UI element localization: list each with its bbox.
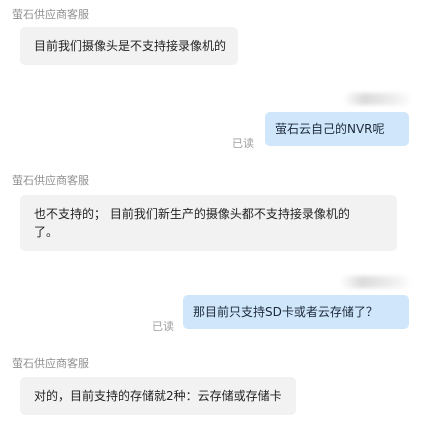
read-status: 已读 [152,320,174,333]
read-status: 已读 [232,137,254,150]
blurred-avatar-name [340,276,412,288]
blurred-avatar-name [343,93,413,105]
message-text: 那目前只支持SD卡或者云存储了？ [193,305,378,319]
incoming-message-bubble[interactable]: 对的，目前支持的存储就2种：云存储或存储卡 [20,377,296,415]
outgoing-message-bubble[interactable]: 萤石云自己的NVR呢 [265,112,409,146]
message-text-line: 了。 [34,225,59,239]
sender-name: 萤石供应商客服 [12,174,89,187]
incoming-message-bubble[interactable]: 目前我们摄像头是不支持接录像机的 [20,27,239,65]
message-text: 对的，目前支持的存储就2种：云存储或存储卡 [34,389,282,403]
sender-name: 萤石供应商客服 [12,8,89,21]
outgoing-message-bubble[interactable]: 那目前只支持SD卡或者云存储了？ [183,295,409,329]
chat-conversation: 萤石供应商客服 目前我们摄像头是不支持接录像机的 萤石云自己的NVR呢 已读 萤… [0,0,425,430]
incoming-message-bubble[interactable]: 也不支持的； 目前我们新生产的摄像头都不支持接录像机的 了。 [20,195,397,251]
message-text: 萤石云自己的NVR呢 [275,122,385,136]
message-text: 目前我们摄像头是不支持接录像机的 [34,39,227,53]
sender-name: 萤石供应商客服 [12,357,89,370]
message-text-line: 也不支持的； 目前我们新生产的摄像头都不支持接录像机的 [34,207,350,221]
